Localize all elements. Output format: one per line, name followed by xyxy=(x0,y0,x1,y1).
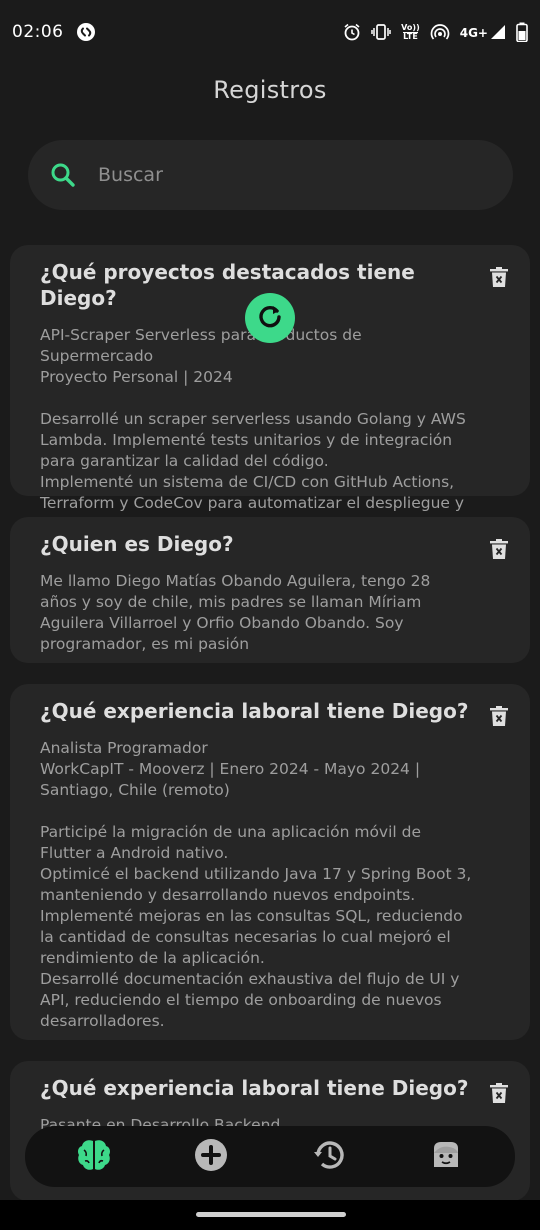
refresh-button[interactable] xyxy=(245,293,295,343)
nav-history[interactable] xyxy=(299,1132,359,1182)
status-time: 02:06 xyxy=(12,22,64,42)
vibrate-icon xyxy=(371,23,391,41)
volte-top-text: Vo)) xyxy=(401,22,420,32)
record-card[interactable]: ¿Qué proyectos destacados tiene Diego? A… xyxy=(10,245,530,533)
record-title: ¿Qué experiencia laboral tiene Diego? xyxy=(40,1076,469,1100)
network-type: 4G+ xyxy=(459,26,488,40)
bottom-nav xyxy=(25,1126,515,1187)
brain-icon xyxy=(76,1138,112,1176)
battery-icon xyxy=(516,22,528,42)
record-body: API-Scraper Serverless para Productos de… xyxy=(40,326,466,533)
record-card[interactable]: ¿Qué experiencia laboral tiene Diego? An… xyxy=(10,684,530,1040)
search-input[interactable] xyxy=(98,164,491,186)
record-card[interactable]: ¿Quien es Diego? Me llamo Diego Matías O… xyxy=(10,517,530,663)
add-icon xyxy=(194,1138,228,1176)
refresh-icon xyxy=(256,302,284,334)
volte-bottom-text: LTE xyxy=(403,31,418,41)
shazam-icon xyxy=(76,22,96,42)
nav-profile[interactable] xyxy=(416,1132,476,1182)
signal-icon: 4G+ xyxy=(460,24,506,40)
history-icon xyxy=(312,1138,346,1176)
delete-icon[interactable] xyxy=(490,706,508,726)
alarm-icon xyxy=(343,23,361,41)
nav-brain[interactable] xyxy=(64,1132,124,1182)
status-bar: 02:06 Vo)) LTE 4G+ xyxy=(0,0,540,64)
search-icon xyxy=(50,162,76,188)
nav-add[interactable] xyxy=(181,1132,241,1182)
record-title: ¿Qué experiencia laboral tiene Diego? xyxy=(40,699,469,723)
page-title: Registros xyxy=(213,76,327,104)
delete-icon[interactable] xyxy=(490,267,508,287)
record-title: ¿Quien es Diego? xyxy=(40,532,234,556)
delete-icon[interactable] xyxy=(490,539,508,559)
delete-icon[interactable] xyxy=(490,1083,508,1103)
hotspot-icon xyxy=(430,23,450,41)
record-body: Me llamo Diego Matías Obando Aguilera, t… xyxy=(40,572,431,653)
search-bar[interactable] xyxy=(28,140,513,210)
gesture-handle[interactable] xyxy=(196,1212,346,1217)
profile-icon xyxy=(431,1140,461,1174)
system-gesture-area xyxy=(0,1200,540,1230)
record-body: Analista Programador WorkCapIT - Mooverz… xyxy=(40,739,472,1030)
volte-icon: Vo)) LTE xyxy=(401,22,420,41)
